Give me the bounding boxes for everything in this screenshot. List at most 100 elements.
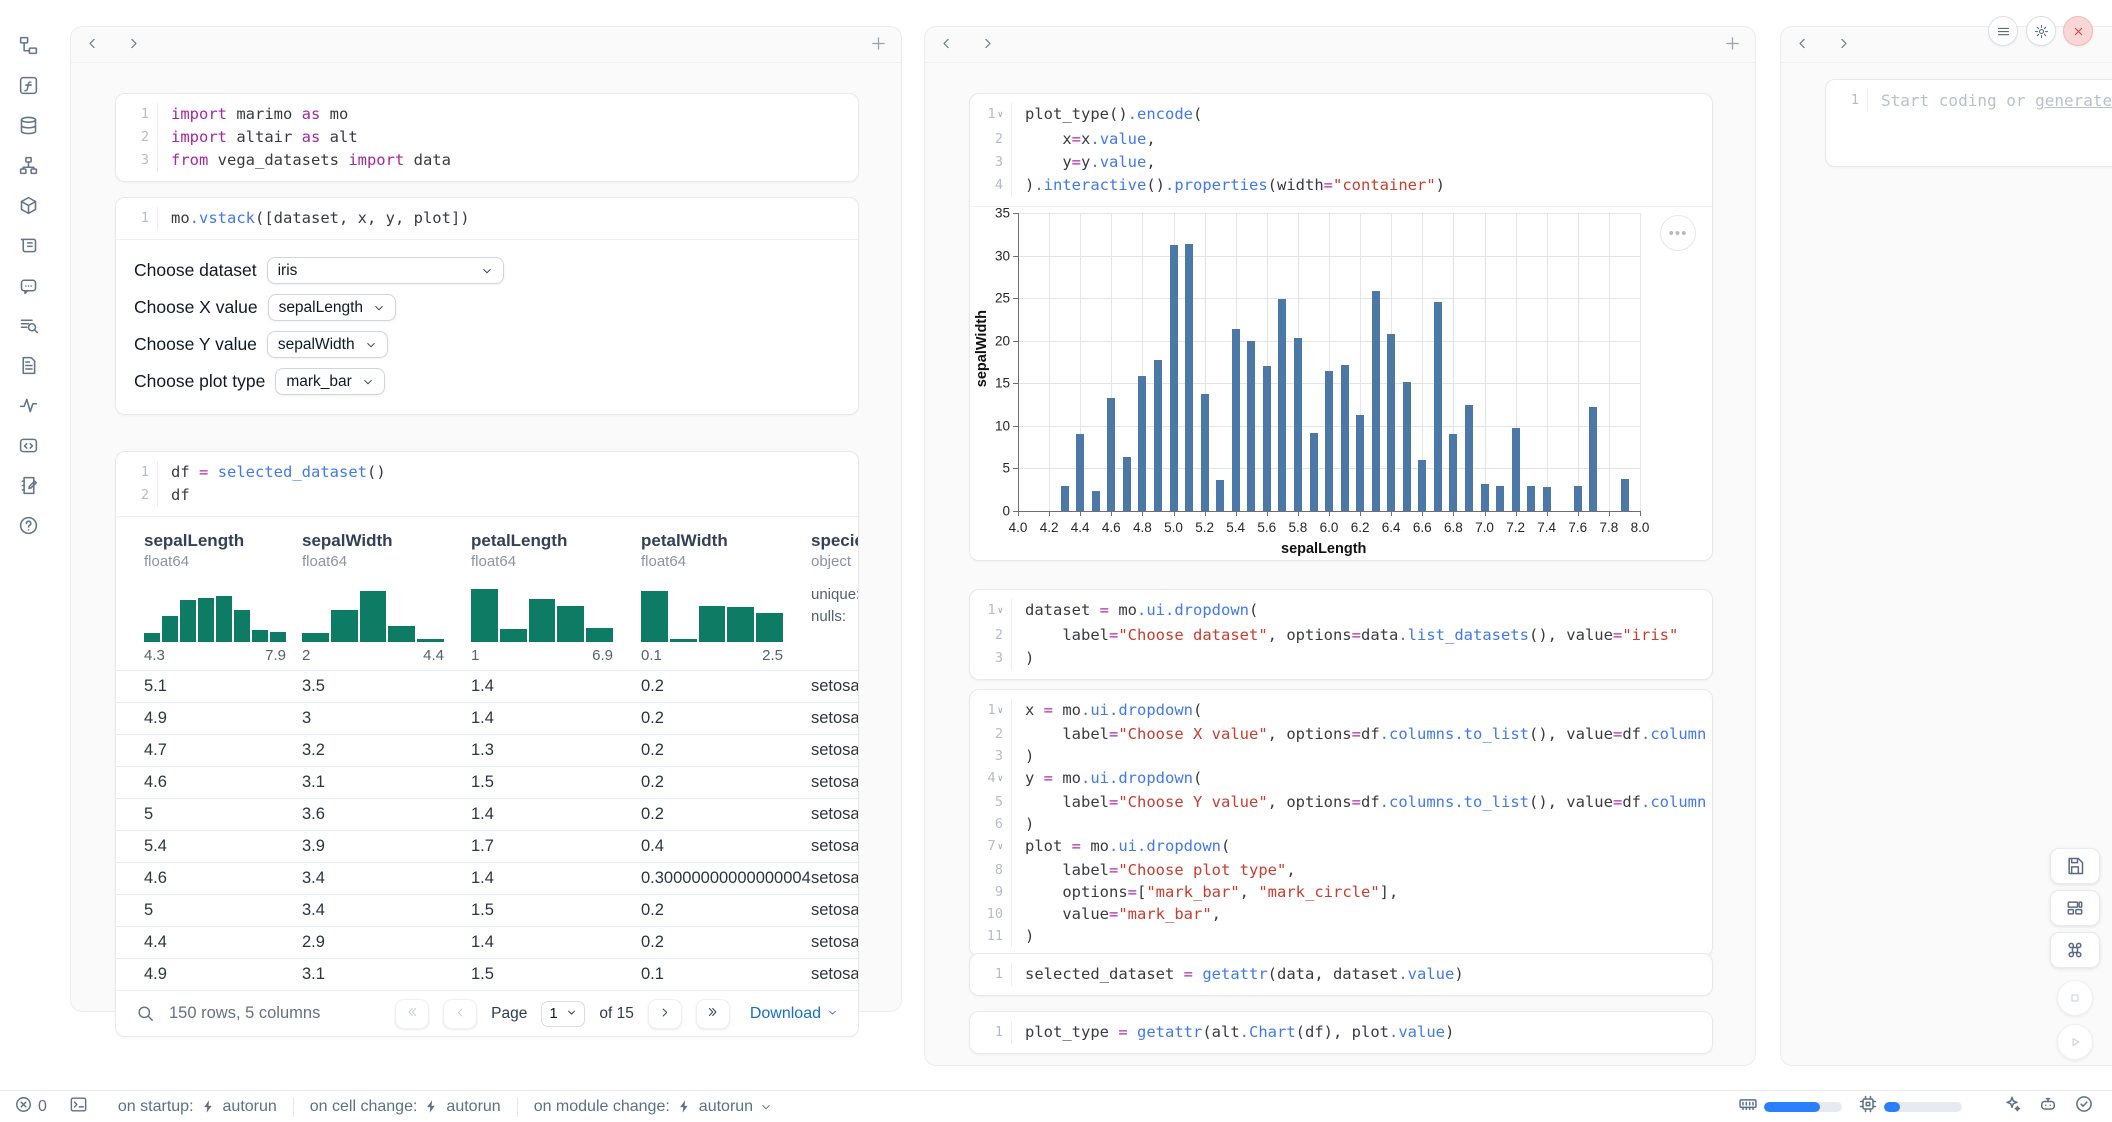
choose-dataset-select[interactable]: iris bbox=[267, 257, 504, 284]
activity-icon[interactable] bbox=[8, 385, 48, 425]
code-editor[interactable]: 1import marimo as mo2import altair as al… bbox=[116, 94, 858, 181]
save-button[interactable] bbox=[2050, 848, 2100, 884]
function-icon[interactable] bbox=[8, 65, 48, 105]
fold-chevron-icon[interactable]: ∨ bbox=[998, 600, 1003, 623]
vstack-code-cell[interactable]: 1mo.vstack([dataset, x, y, plot]) Choose… bbox=[115, 197, 859, 415]
column-forward-button[interactable] bbox=[1836, 36, 1851, 54]
dropdown-label: Choose Y value bbox=[134, 334, 257, 355]
column-header-sepalWidth[interactable]: sepalWidthfloat6424.4 bbox=[302, 531, 471, 664]
column-back-button[interactable] bbox=[1795, 36, 1810, 54]
column-header-sepalLength[interactable]: sepalLengthfloat644.37.9 bbox=[144, 531, 302, 664]
layout-button[interactable] bbox=[2050, 890, 2100, 926]
code-placeholder[interactable]: Start coding or generate with bbox=[1868, 89, 2112, 112]
table-row[interactable]: 5.43.91.70.4setosa bbox=[116, 830, 858, 862]
chart-code-cell[interactable]: 1∨plot_type().encode(2 x=x.value,3 y=y.v… bbox=[969, 93, 1713, 561]
hierarchy-icon[interactable] bbox=[8, 145, 48, 185]
database-icon[interactable] bbox=[8, 105, 48, 145]
table-cell: setosa bbox=[811, 933, 858, 952]
stop-button[interactable] bbox=[2057, 980, 2093, 1016]
table-cell: 2.9 bbox=[302, 933, 471, 952]
fold-chevron-icon[interactable]: ∨ bbox=[998, 104, 1003, 127]
chat-bot-icon[interactable] bbox=[8, 265, 48, 305]
list-search-icon[interactable] bbox=[8, 305, 48, 345]
choose-x-value-select[interactable]: sepalLength bbox=[268, 294, 396, 321]
script-icon[interactable] bbox=[8, 225, 48, 265]
table-row[interactable]: 5.13.51.40.2setosa bbox=[116, 670, 858, 702]
table-row[interactable]: 4.73.21.30.2setosa bbox=[116, 734, 858, 766]
add-cell-button[interactable] bbox=[1724, 35, 1741, 55]
table-cell: 3.4 bbox=[302, 901, 471, 920]
table-row[interactable]: 53.61.40.2setosa bbox=[116, 798, 858, 830]
download-button[interactable]: Download bbox=[750, 1005, 838, 1023]
terminal-button[interactable] bbox=[69, 1095, 88, 1119]
file-tree-icon[interactable] bbox=[8, 25, 48, 65]
column-forward-button[interactable] bbox=[126, 36, 141, 54]
choose-plot-type-select[interactable]: mark_bar bbox=[275, 368, 384, 395]
line-number: 4∨ bbox=[970, 767, 1012, 791]
code-block-icon[interactable] bbox=[8, 425, 48, 465]
command-button[interactable] bbox=[2050, 932, 2100, 968]
plot-type-code-cell[interactable]: 1plot_type = getattr(alt.Chart(df), plot… bbox=[969, 1011, 1713, 1054]
fold-chevron-icon[interactable]: ∨ bbox=[998, 836, 1003, 858]
column-header-petalWidth[interactable]: petalWidthfloat640.12.5 bbox=[641, 531, 811, 664]
generate-link[interactable]: generate bbox=[2035, 91, 2112, 110]
close-button[interactable] bbox=[2063, 16, 2093, 46]
table-row[interactable]: 4.931.40.2setosa bbox=[116, 702, 858, 734]
line-number: 1∨ bbox=[970, 599, 1012, 624]
runmode-on-module-change[interactable]: on module change:autorun bbox=[534, 1098, 772, 1116]
error-count-button[interactable]: 0 bbox=[14, 1095, 47, 1119]
table-row[interactable]: 4.63.41.40.30000000000000004setosa bbox=[116, 862, 858, 894]
code-editor[interactable]: 1df = selected_dataset()2df bbox=[116, 452, 858, 516]
column-forward-button[interactable] bbox=[980, 36, 995, 54]
table-cell: 3.1 bbox=[302, 773, 471, 792]
table-cell: 3.5 bbox=[302, 677, 471, 696]
code-editor[interactable]: 1plot_type = getattr(alt.Chart(df), plot… bbox=[970, 1012, 1712, 1053]
chart-menu-button[interactable]: ••• bbox=[1660, 215, 1696, 251]
document-icon[interactable] bbox=[8, 345, 48, 385]
column-header-petalLength[interactable]: petalLengthfloat6416.9 bbox=[471, 531, 641, 664]
column-header-species[interactable]: speciesobjectunique:nulls: bbox=[811, 531, 858, 664]
column-histogram bbox=[641, 584, 783, 642]
assistant-button[interactable] bbox=[2038, 1094, 2058, 1119]
table-row[interactable]: 53.41.50.2setosa bbox=[116, 894, 858, 926]
table-row[interactable]: 4.63.11.50.2setosa bbox=[116, 766, 858, 798]
menu-button[interactable] bbox=[1988, 16, 2018, 46]
settings-button[interactable] bbox=[2026, 16, 2056, 46]
chevron-right-icon bbox=[1836, 36, 1851, 54]
fold-chevron-icon[interactable]: ∨ bbox=[998, 768, 1003, 790]
code-editor[interactable]: 1∨dataset = mo.ui.dropdown(2 label="Choo… bbox=[970, 590, 1712, 679]
connection-status-button[interactable] bbox=[2074, 1094, 2094, 1119]
column-back-button[interactable] bbox=[85, 36, 100, 54]
fold-chevron-icon[interactable]: ∨ bbox=[998, 700, 1003, 722]
selected-dataset-code-cell[interactable]: 1selected_dataset = getattr(data, datase… bbox=[969, 953, 1713, 996]
code-editor[interactable]: 1∨plot_type().encode(2 x=x.value,3 y=y.v… bbox=[970, 94, 1712, 206]
next-page-button[interactable] bbox=[648, 999, 682, 1029]
scratchpad-icon[interactable] bbox=[8, 465, 48, 505]
code-editor[interactable]: 1mo.vstack([dataset, x, y, plot]) bbox=[116, 198, 858, 239]
first-page-button[interactable] bbox=[395, 999, 429, 1029]
runmode-on-startup[interactable]: on startup:autorun bbox=[118, 1098, 277, 1116]
import-code-cell[interactable]: 1import marimo as mo2import altair as al… bbox=[115, 93, 859, 182]
empty-code-cell[interactable]: 1 Start coding or generate with bbox=[1825, 79, 2112, 167]
help-icon[interactable] bbox=[8, 505, 48, 545]
table-cell: 4.7 bbox=[144, 741, 302, 760]
dataframe-code-cell[interactable]: 1df = selected_dataset()2df sepalLengthf… bbox=[115, 451, 859, 1037]
run-button[interactable] bbox=[2057, 1024, 2093, 1060]
table-row[interactable]: 4.93.11.50.1setosa bbox=[116, 958, 858, 990]
dataset-dropdown-code-cell[interactable]: 1∨dataset = mo.ui.dropdown(2 label="Choo… bbox=[969, 589, 1713, 680]
last-page-button[interactable] bbox=[696, 999, 730, 1029]
prev-page-button[interactable] bbox=[443, 999, 477, 1029]
code-editor[interactable]: 1selected_dataset = getattr(data, datase… bbox=[970, 954, 1712, 995]
page-select[interactable]: 1 bbox=[541, 1001, 585, 1027]
table-row[interactable]: 4.42.91.40.2setosa bbox=[116, 926, 858, 958]
runmode-on-cell-change[interactable]: on cell change:autorun bbox=[310, 1098, 501, 1116]
controls-code-cell[interactable]: 1∨x = mo.ui.dropdown(2 label="Choose X v… bbox=[969, 689, 1713, 957]
code-editor[interactable]: 1∨x = mo.ui.dropdown(2 label="Choose X v… bbox=[970, 690, 1712, 956]
column-back-button[interactable] bbox=[939, 36, 954, 54]
bolt-icon bbox=[677, 1099, 692, 1114]
choose-y-value-select[interactable]: sepalWidth bbox=[267, 331, 388, 358]
add-cell-button[interactable] bbox=[870, 35, 887, 55]
search-icon[interactable] bbox=[136, 1004, 155, 1023]
ai-sparkles-button[interactable] bbox=[2002, 1094, 2022, 1119]
package-icon[interactable] bbox=[8, 185, 48, 225]
